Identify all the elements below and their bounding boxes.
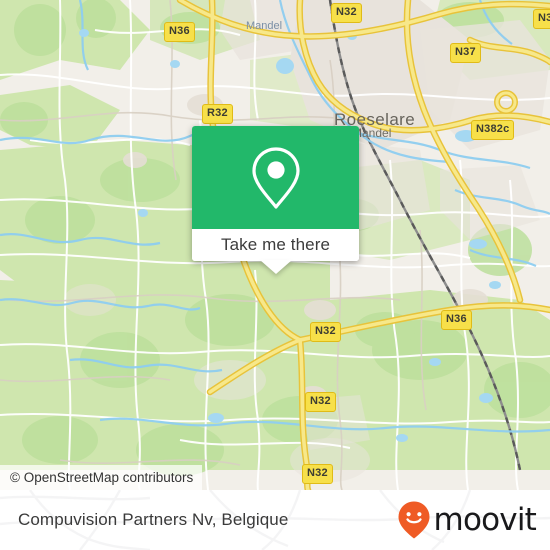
road-shield-n32-bottom[interactable]: N32 [302,464,333,484]
road-shield-n36-top[interactable]: N36 [164,22,195,42]
place-title: Compuvision Partners Nv, Belgique [18,510,289,529]
location-popup-card[interactable]: Take me there [192,126,359,274]
footer-bar: Compuvision Partners Nv, Belgique moovit [0,490,550,550]
moovit-location-card: Roeselare Mandel Mandel N36 N32 N37 N37 … [0,0,550,550]
road-shield-n32-top[interactable]: N32 [331,3,362,23]
road-shield-n37-edge[interactable]: N37 [533,9,550,29]
road-shield-n37[interactable]: N37 [450,43,481,63]
osm-attribution[interactable]: © OpenStreetMap contributors [0,465,203,490]
popup-cta-area[interactable]: Take me there [192,229,359,261]
map-canvas[interactable]: Roeselare Mandel Mandel N36 N32 N37 N37 … [0,0,550,490]
take-me-there-label: Take me there [220,235,331,254]
popup-icon-area [192,126,359,229]
moovit-brand[interactable]: moovit [397,500,537,540]
map-pin-icon [251,146,300,209]
moovit-wordmark: moovit [433,501,537,538]
road-shield-n382c[interactable]: N382c [471,120,515,140]
road-shield-n32-lower[interactable]: N32 [305,392,336,412]
popup-pointer-tail [259,260,292,274]
moovit-pin-smiley-icon [398,501,430,539]
road-shield-n36-lower[interactable]: N36 [441,310,472,330]
road-shield-r32[interactable]: R32 [202,104,233,124]
road-shield-n32-mid[interactable]: N32 [310,322,341,342]
